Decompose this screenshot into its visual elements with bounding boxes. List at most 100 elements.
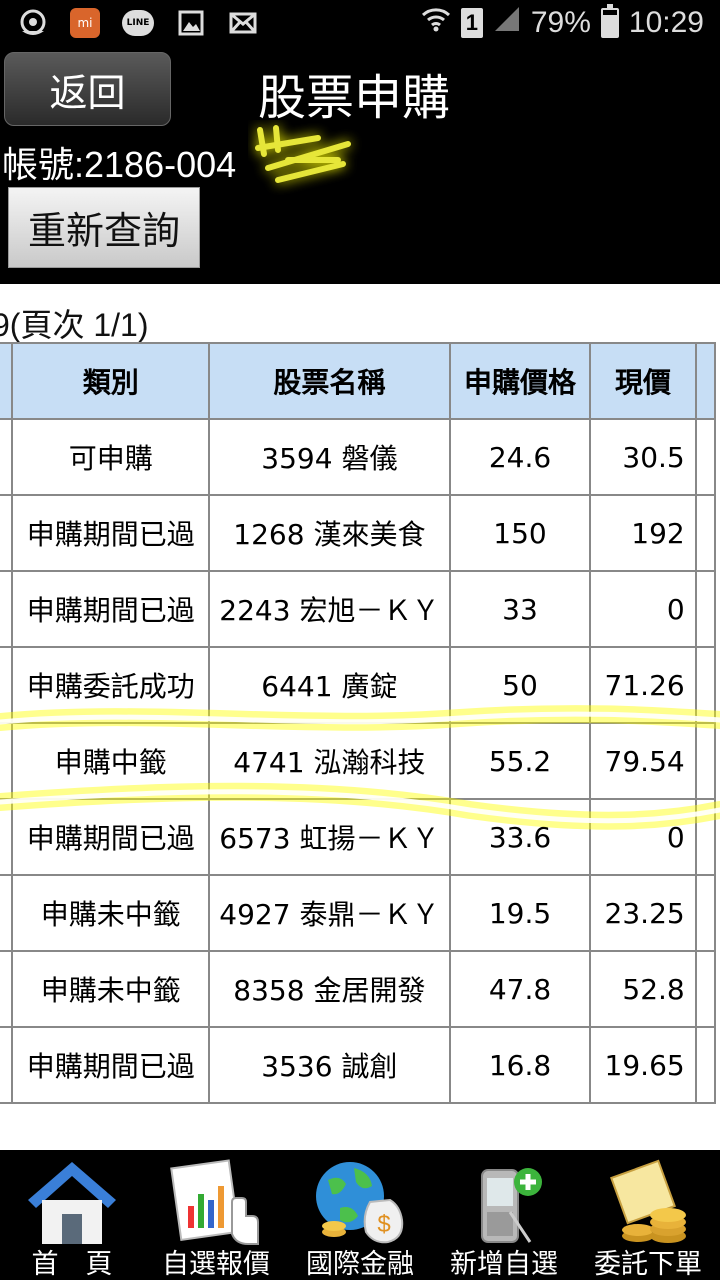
nav-add-watchlist[interactable]: 新增自選 [432,1150,576,1280]
stock-name-link[interactable]: 8358 金居開發 [208,950,451,1028]
table-row[interactable]: 申購期間已過 3536 誠創 16.8 19.65 [0,1026,717,1104]
subscription-price-cell: 33.6 [448,798,592,876]
current-price-cell: 0 [589,798,697,876]
subscription-price-cell: 16.8 [448,1026,592,1104]
current-price-cell: 52.8 [589,950,697,1028]
table-row[interactable]: 可申購 3594 磐儀 24.6 30.5 [0,418,717,496]
nav-home-label: 首 頁 [31,1249,113,1280]
category-cell: 申購期間已過 [11,798,211,876]
stock-name-link[interactable]: 2243 宏旭－ＫＹ [208,570,451,648]
table-row[interactable]: 申購期間已過 6573 虹揚－ＫＹ 33.6 0 [0,798,717,876]
current-price-cell: 71.26 [589,646,697,724]
row-spacer [694,722,717,800]
row-spacer [694,950,717,1028]
nav-place-order-label: 委託下單 [594,1249,702,1280]
table-row[interactable]: 申購未中籤 4927 泰鼎－ＫＹ 19.5 23.25 [0,874,717,952]
home-icon [28,1162,116,1244]
table-row[interactable]: 申購期間已過 2243 宏旭－ＫＹ 33 0 [0,570,717,648]
row-spacer [0,570,14,648]
table-row[interactable]: 申購中籤 4741 泓瀚科技 55.2 79.54 [0,722,717,800]
row-spacer [0,722,14,800]
current-price-cell: 79.54 [589,722,697,800]
row-spacer [0,646,14,724]
nav-add-watchlist-label: 新增自選 [450,1249,558,1280]
row-spacer [0,874,14,952]
category-cell: 申購期間已過 [11,570,211,648]
subscription-price-cell: 33 [448,570,592,648]
battery-percent: 79% [530,6,591,39]
app-notification-icon [18,8,48,38]
scribble-annotation [255,125,351,183]
header-category[interactable]: 類別 [11,342,211,420]
clock: 10:29 [628,6,704,39]
status-bar: mi LINE 1 79% 10:29 [0,0,720,50]
current-price-cell: 0 [589,570,697,648]
category-cell: 申購期間已過 [11,1026,211,1104]
category-cell: 申購中籤 [11,722,211,800]
nav-place-order[interactable]: 委託下單 [576,1150,720,1280]
table-row[interactable]: 申購未中籤 8358 金居開發 47.8 52.8 [0,950,717,1028]
subscription-price-cell: 150 [448,494,592,572]
header-stock-name[interactable]: 股票名稱 [208,342,451,420]
row-spacer [694,646,717,724]
header-spacer [0,342,14,420]
subscription-price-cell: 47.8 [448,950,592,1028]
battery-icon [600,4,619,38]
wifi-icon [421,6,451,40]
account-number: 帳號:2186-004 [2,144,237,185]
add-phone-icon [481,1168,542,1243]
nav-international-finance[interactable]: $ 國際金融 [288,1150,432,1280]
subscription-table: 類別 股票名稱 申購價格 現價 可申購 3594 磐儀 24.6 30.5 申購… [0,342,717,1104]
nav-watchlist-quote-label: 自選報價 [162,1249,270,1280]
table-row[interactable]: 申購期間已過 1268 漢來美食 150 192 [0,494,717,572]
stock-name-link[interactable]: 6441 廣錠 [208,646,451,724]
subscription-content: 9(頁次 1/1) 類別 股票名稱 申購價格 現價 可申購 3594 磐儀 24… [0,284,720,1150]
header-subscription-price[interactable]: 申購價格 [448,342,592,420]
stock-name-link[interactable]: 3536 誠創 [208,1026,451,1104]
current-price-cell: 19.65 [589,1026,697,1104]
category-cell: 可申購 [11,418,211,496]
row-spacer [694,874,717,952]
mail-icon [228,8,258,38]
globe-money-icon: $ [316,1162,404,1244]
stock-name-link[interactable]: 6573 虹揚－ＫＹ [208,798,451,876]
category-cell: 申購未中籤 [11,950,211,1028]
nav-international-finance-label: 國際金融 [306,1249,414,1280]
stock-name-link[interactable]: 4927 泰鼎－ＫＹ [208,874,451,952]
row-spacer [0,1026,14,1104]
page-info: 9(頁次 1/1) [0,307,149,343]
system-status: 1 79% 10:29 [421,4,704,41]
row-spacer [0,494,14,572]
sim-indicator: 1 [460,8,483,38]
bottom-nav: 首 頁 自選報價 $ 國際金融 新增自選 委託下單 [0,1150,720,1280]
table-header-row: 類別 股票名稱 申購價格 現價 [0,342,717,420]
subscription-price-cell: 19.5 [448,874,592,952]
current-price-cell: 192 [589,494,697,572]
gallery-icon [176,8,206,38]
refresh-query-button[interactable]: 重新查詢 [8,187,200,268]
row-spacer [694,798,717,876]
current-price-cell: 30.5 [589,418,697,496]
header-current-price[interactable]: 現價 [589,342,697,420]
coins-icon [610,1159,686,1243]
row-spacer [694,1026,717,1104]
stock-name-link[interactable]: 4741 泓瀚科技 [208,722,451,800]
stock-name-link[interactable]: 3594 磐儀 [208,418,451,496]
table-row[interactable]: 申購委託成功 6441 廣錠 50 71.26 [0,646,717,724]
mi-app-icon: mi [70,8,100,38]
row-spacer [694,418,717,496]
subscription-price-cell: 55.2 [448,722,592,800]
category-cell: 申購未中籤 [11,874,211,952]
back-button[interactable]: 返回 [4,52,171,126]
subscription-price-cell: 50 [448,646,592,724]
current-price-cell: 23.25 [589,874,697,952]
nav-watchlist-quote[interactable]: 自選報價 [144,1150,288,1280]
page-title: 股票申購 [258,70,451,126]
signal-icon [493,5,521,41]
row-spacer [0,798,14,876]
nav-home[interactable]: 首 頁 [0,1150,144,1280]
row-spacer [694,494,717,572]
stock-name-link[interactable]: 1268 漢來美食 [208,494,451,572]
row-spacer [0,950,14,1028]
row-spacer [0,418,14,496]
